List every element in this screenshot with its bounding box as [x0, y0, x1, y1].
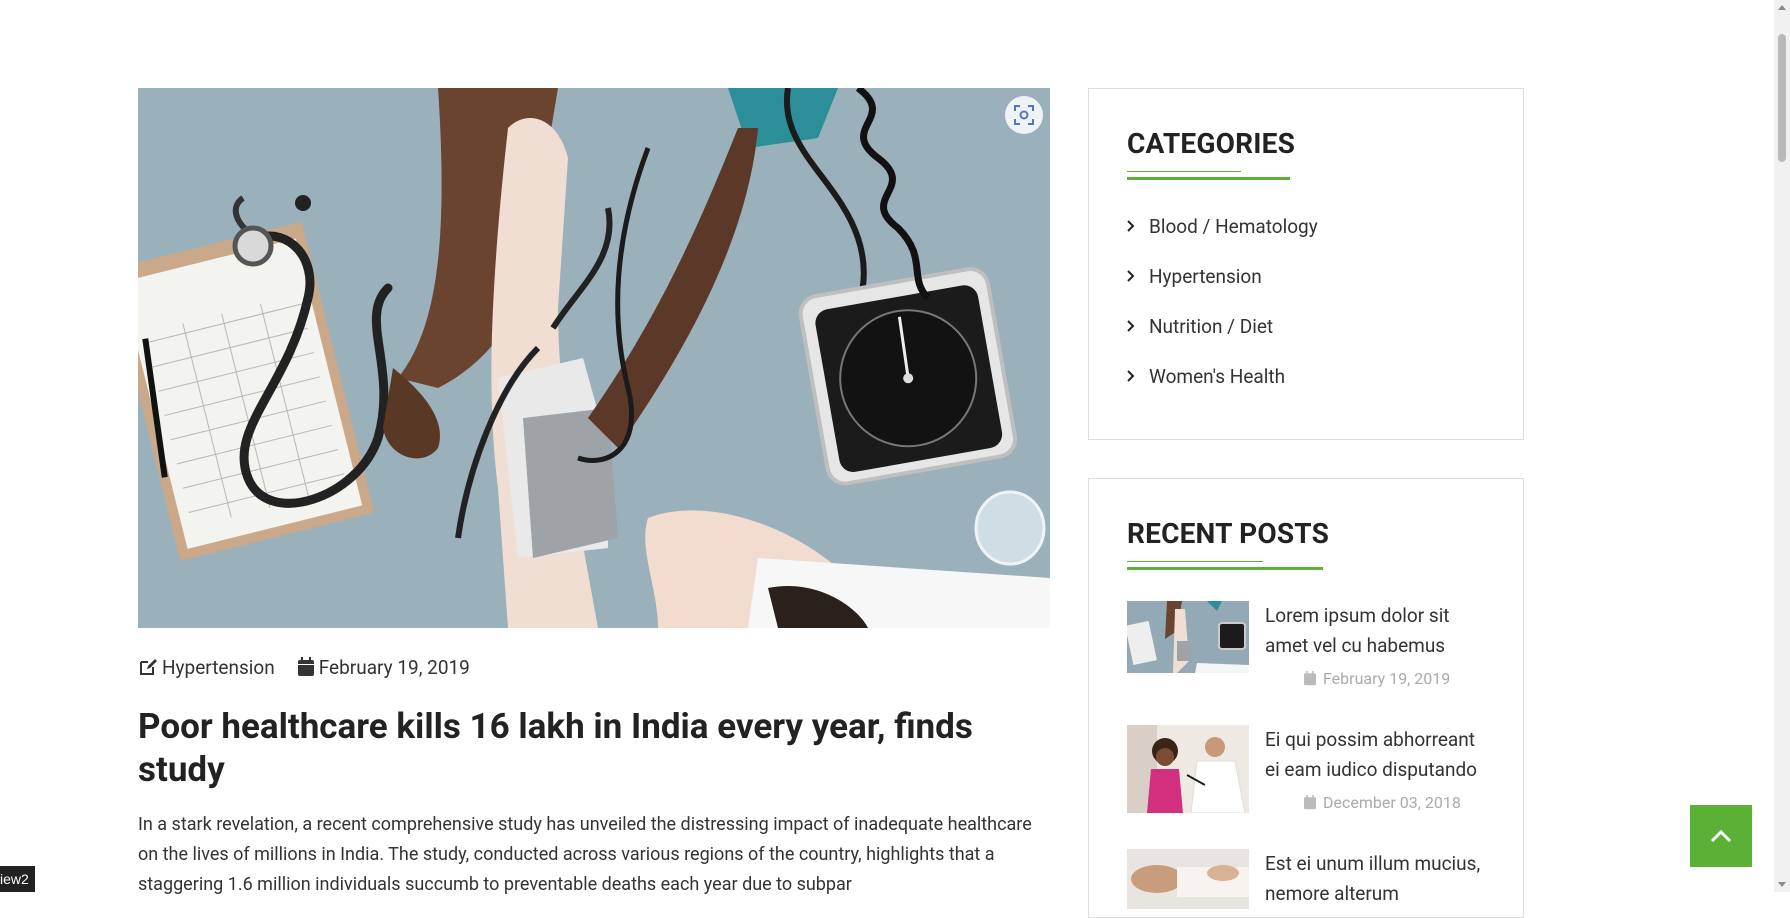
- category-label: Nutrition / Diet: [1149, 314, 1274, 338]
- recent-post-title[interactable]: Ei qui possim abhorreant ei eam iudico d…: [1265, 725, 1485, 785]
- zoom-image-button[interactable]: [1005, 96, 1043, 134]
- calendar-icon: [1304, 795, 1316, 810]
- scroll-up-arrow-icon[interactable]: [1774, 0, 1790, 16]
- recent-posts-heading: RECENT POSTS: [1127, 517, 1330, 550]
- chevron-right-icon: [1127, 370, 1135, 382]
- chevron-up-icon: [1710, 829, 1732, 843]
- categories-widget: CATEGORIES Blood / Hematology Hypertensi…: [1088, 88, 1524, 440]
- post-meta: Hypertension February 19, 2019: [138, 655, 470, 679]
- category-list: Blood / Hematology Hypertension Nutritio…: [1127, 213, 1318, 413]
- calendar-icon: [1304, 671, 1316, 686]
- recent-post-date: December 03, 2018: [1323, 793, 1461, 812]
- post-category: Hypertension: [162, 655, 275, 679]
- recent-post-date-row: February 19, 2019: [1303, 669, 1450, 688]
- recent-post-thumbnail[interactable]: [1127, 601, 1249, 673]
- category-label: Blood / Hematology: [1149, 214, 1318, 238]
- category-item[interactable]: Nutrition / Diet: [1127, 313, 1318, 339]
- recent-post-date-row: December 03, 2018: [1303, 793, 1461, 812]
- calendar-icon: [297, 657, 314, 676]
- recent-post-item: Lorem ipsum dolor sit amet vel cu habemu…: [1127, 601, 1507, 711]
- chevron-right-icon: [1127, 270, 1135, 282]
- post-title[interactable]: Poor healthcare kills 16 lakh in India e…: [138, 705, 1038, 791]
- view-badge: iew2: [0, 866, 35, 892]
- scroll-down-arrow-icon[interactable]: [1774, 876, 1790, 892]
- focus-scan-icon: [1014, 105, 1034, 125]
- recent-post-thumbnail[interactable]: [1127, 725, 1249, 813]
- category-label: Hypertension: [1149, 264, 1262, 288]
- recent-post-title[interactable]: Lorem ipsum dolor sit amet vel cu habemu…: [1265, 601, 1485, 661]
- post-excerpt: In a stark revelation, a recent comprehe…: [138, 814, 1032, 895]
- recent-posts-widget: RECENT POSTS Lorem ipsum dolor sit amet …: [1088, 478, 1524, 918]
- recent-post-title[interactable]: Est ei unum illum mucius, nemore alterum: [1265, 849, 1485, 909]
- categories-heading: CATEGORIES: [1127, 127, 1296, 160]
- category-label: Women's Health: [1149, 364, 1286, 388]
- recent-post-thumbnail[interactable]: [1127, 849, 1249, 909]
- chevron-right-icon: [1127, 320, 1135, 332]
- scrollbar-thumb[interactable]: [1778, 34, 1786, 162]
- category-item[interactable]: Hypertension: [1127, 263, 1318, 289]
- heading-underline: [1127, 561, 1323, 570]
- post-category-link[interactable]: Hypertension: [138, 656, 275, 679]
- back-to-top-button[interactable]: [1690, 805, 1752, 867]
- recent-post-item: Est ei unum illum mucius, nemore alterum: [1127, 849, 1507, 909]
- featured-image: [138, 88, 1050, 628]
- category-item[interactable]: Blood / Hematology: [1127, 213, 1318, 239]
- chevron-right-icon: [1127, 220, 1135, 232]
- page-scrollbar[interactable]: [1774, 0, 1790, 892]
- post-date: February 19, 2019: [318, 655, 470, 679]
- category-item[interactable]: Women's Health: [1127, 363, 1318, 389]
- blood-pressure-illustration: [138, 88, 1050, 628]
- heading-underline: [1127, 171, 1290, 180]
- post-date-item: February 19, 2019: [297, 656, 470, 679]
- edit-icon: [140, 659, 157, 675]
- recent-post-item: Ei qui possim abhorreant ei eam iudico d…: [1127, 725, 1507, 835]
- recent-post-date: February 19, 2019: [1323, 669, 1451, 688]
